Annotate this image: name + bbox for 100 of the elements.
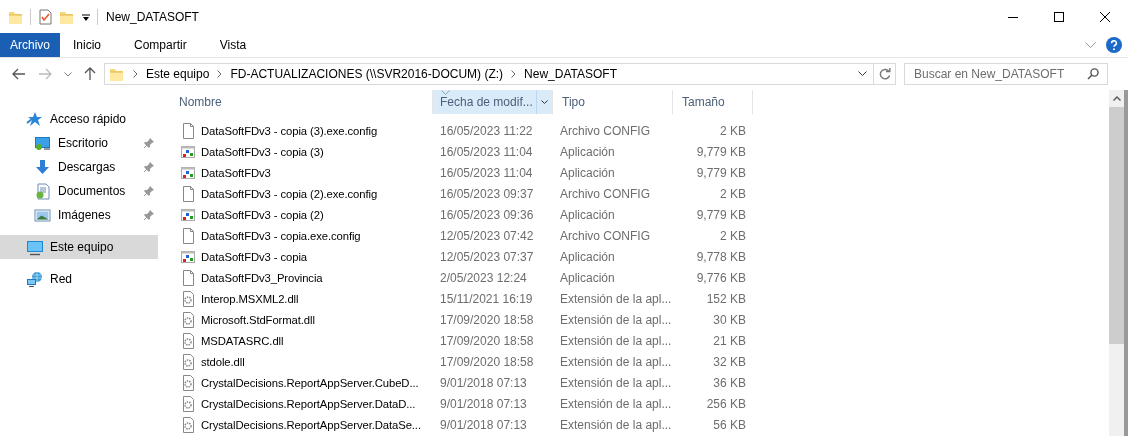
application-icon — [181, 206, 195, 223]
type-cell-text: Archivo CONFIG — [559, 228, 651, 243]
ribbon-tab[interactable]: Inicio — [60, 33, 115, 57]
file-name-cell[interactable]: DataSoftFDv3 - copia (3) — [170, 143, 433, 160]
sidebar-item[interactable]: Red — [0, 267, 158, 291]
chevron-down-icon[interactable] — [857, 71, 867, 77]
application-icon — [181, 248, 195, 265]
search-icon — [1087, 68, 1099, 80]
gear-file-icon — [181, 395, 195, 412]
type-cell-text: Extensión de la apl... — [559, 312, 673, 327]
file-menu-tab[interactable]: Archivo — [0, 33, 60, 57]
star-icon — [26, 110, 44, 128]
refresh-icon — [878, 68, 891, 80]
application-icon — [181, 143, 195, 160]
sidebar-item[interactable]: Descargas — [0, 155, 158, 179]
blank-file-icon — [181, 185, 195, 202]
size-cell-text: 2 KB — [719, 186, 747, 201]
size-cell-text: 2 KB — [719, 228, 747, 243]
file-name-cell[interactable]: MSDATASRC.dll — [170, 332, 433, 349]
sidebar-item[interactable]: Escritorio — [0, 131, 158, 155]
date-cell-text: 15/11/2021 16:19 — [439, 291, 534, 306]
chevron-right-icon — [133, 70, 138, 78]
scroll-up-icon[interactable] — [1112, 96, 1121, 101]
file-name-cell[interactable]: DataSoftFDv3 - copia (2) — [170, 206, 433, 223]
breadcrumb-item[interactable]: Este equipo — [146, 67, 210, 81]
size-cell-text: 21 KB — [712, 333, 747, 348]
pin-icon[interactable] — [144, 186, 154, 196]
checklist-icon[interactable] — [37, 8, 53, 25]
ribbon-tab[interactable]: Compartir — [121, 33, 200, 57]
date-cell-text: 2/05/2023 12:24 — [439, 270, 528, 285]
type-cell-text: Extensión de la apl... — [559, 396, 673, 411]
sidebar-item[interactable]: Este equipo — [0, 235, 158, 259]
size-cell-text: 9,779 KB — [695, 207, 747, 222]
size-cell-text: 32 KB — [712, 354, 747, 369]
type-cell-text: Extensión de la apl... — [559, 291, 673, 306]
size-cell-text: 256 KB — [705, 396, 747, 411]
window-title: New_DATASOFT — [106, 9, 199, 24]
address-bar[interactable]: Este equipo FD-ACTUALIZACIONES (\\SVR2016-DOCUM) (Z:) New_DATASOFT — [104, 63, 874, 85]
file-name-cell[interactable]: DataSoftFDv3_Provincia — [170, 269, 433, 286]
blank-file-icon — [181, 227, 195, 244]
file-name-cell[interactable]: DataSoftFDv3 - copia (3).exe.config — [170, 122, 433, 139]
gear-file-icon — [181, 353, 195, 370]
pin-icon[interactable] — [144, 162, 154, 172]
help-icon[interactable] — [1106, 37, 1122, 53]
search-field[interactable]: Buscar en New_DATASOFT — [904, 63, 1108, 85]
sidebar-item[interactable]: Imágenes — [0, 203, 158, 227]
maximize-icon — [1054, 11, 1064, 22]
refresh-button[interactable] — [874, 63, 896, 85]
column-header[interactable]: Fecha de modif... — [433, 90, 553, 114]
file-name-cell[interactable]: Interop.MSXML2.dll — [170, 290, 433, 307]
size-cell-text: 30 KB — [712, 312, 747, 327]
type-cell-text: Extensión de la apl... — [559, 354, 673, 369]
gear-file-icon — [181, 332, 195, 349]
file-name-cell[interactable]: CrystalDecisions.ReportAppServer.CubeD... — [170, 374, 433, 391]
pin-icon[interactable] — [144, 210, 154, 220]
column-header[interactable]: Tipo — [553, 90, 673, 114]
breadcrumb-item[interactable]: New_DATASOFT — [524, 67, 617, 81]
sidebar-item[interactable]: Acceso rápido — [0, 107, 158, 131]
date-cell-text: 16/05/2023 11:04 — [439, 165, 534, 180]
type-cell-text: Archivo CONFIG — [559, 123, 651, 138]
download-arrow-icon — [34, 158, 52, 176]
type-cell-text: Aplicación — [559, 249, 616, 264]
size-cell-text: 152 KB — [705, 291, 747, 306]
forward-arrow-icon[interactable] — [38, 68, 52, 80]
pin-icon[interactable] — [144, 138, 154, 148]
column-header[interactable]: Tamaño — [673, 90, 753, 114]
ribbon-tab[interactable]: Vista — [206, 33, 260, 57]
gear-file-icon — [181, 416, 195, 433]
size-cell-text: 9,776 KB — [695, 270, 747, 285]
file-name-cell[interactable]: DataSoftFDv3 - copia — [170, 248, 433, 265]
size-cell-text: 36 KB — [712, 375, 747, 390]
network-icon — [26, 270, 44, 288]
file-name-cell[interactable]: CrystalDecisions.ReportAppServer.DataSe... — [170, 416, 433, 433]
date-cell-text: 16/05/2023 11:22 — [439, 123, 534, 138]
up-arrow-icon[interactable] — [84, 67, 96, 81]
type-cell-text: Extensión de la apl... — [559, 333, 673, 348]
type-cell-text: Aplicación — [559, 144, 616, 159]
size-cell-text: 56 KB — [712, 417, 747, 432]
type-cell-text: Extensión de la apl... — [559, 417, 673, 432]
date-cell-text: 16/05/2023 09:37 — [439, 186, 535, 201]
file-name-cell[interactable]: DataSoftFDv3 - copia.exe.config — [170, 227, 433, 244]
chevron-right-icon — [511, 70, 517, 78]
file-name-cell[interactable]: DataSoftFDv3 — [170, 164, 433, 181]
date-cell-text: 9/01/2018 07:13 — [439, 375, 528, 390]
blank-file-icon — [181, 269, 195, 286]
file-name-cell[interactable]: stdole.dll — [170, 353, 433, 370]
file-name-cell[interactable]: Microsoft.StdFormat.dll — [170, 311, 433, 328]
breadcrumb-item[interactable]: FD-ACTUALIZACIONES (\\SVR2016-DOCUM) (Z:) — [230, 67, 504, 81]
file-name-cell[interactable]: CrystalDecisions.ReportAppServer.DataD... — [170, 395, 433, 412]
blank-file-icon — [181, 122, 195, 139]
size-cell-text: 9,779 KB — [695, 144, 747, 159]
date-cell-text: 17/09/2020 18:58 — [439, 333, 535, 348]
back-arrow-icon[interactable] — [12, 68, 26, 80]
date-cell-text: 16/05/2023 11:04 — [439, 144, 534, 159]
chevron-down-icon[interactable] — [541, 99, 548, 105]
date-cell-text: 17/09/2020 18:58 — [439, 354, 535, 369]
sidebar-item[interactable]: Documentos — [0, 179, 158, 203]
chevron-right-icon — [217, 70, 223, 78]
file-name-cell[interactable]: DataSoftFDv3 - copia (2).exe.config — [170, 185, 433, 202]
size-cell-text: 9,778 KB — [695, 249, 747, 264]
